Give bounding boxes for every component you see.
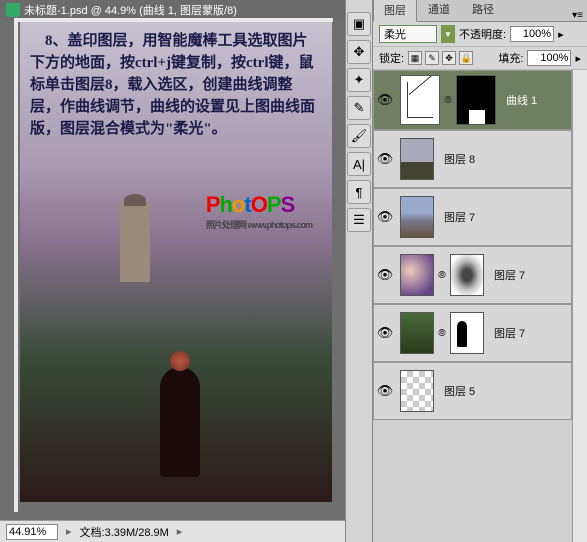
visibility-toggle-icon[interactable]: 👁 xyxy=(374,267,396,283)
canvas-viewport[interactable]: 8、盖印图层，用智能魔棒工具选取图片下方的地面，按ctrl+j键复制，按ctrl… xyxy=(20,22,332,502)
visibility-toggle-icon[interactable]: 👁 xyxy=(374,92,396,108)
lock-transparency-icon[interactable]: ▦ xyxy=(408,51,422,65)
ruler-vertical[interactable] xyxy=(14,18,18,512)
layer-row[interactable]: 👁 图层 8 xyxy=(373,130,572,188)
doc-size-label: 文档:3.39M/28.9M xyxy=(80,524,169,540)
layer-row[interactable]: 👁 图层 7 xyxy=(373,188,572,246)
figure-graphic xyxy=(160,367,200,477)
lock-pixels-icon[interactable]: ✎ xyxy=(425,51,439,65)
layer-name[interactable]: 图层 7 xyxy=(488,267,525,283)
paragraph-icon[interactable]: ¶ xyxy=(347,180,371,204)
lock-label: 锁定: xyxy=(379,50,404,66)
panel-menu-icon[interactable]: ▾≡ xyxy=(568,10,587,21)
opacity-input[interactable] xyxy=(510,26,554,42)
lock-buttons: ▦ ✎ ✥ 🔒 xyxy=(408,51,473,65)
canvas: 8、盖印图层，用智能魔棒工具选取图片下方的地面，按ctrl+j键复制，按ctrl… xyxy=(20,22,332,502)
vertical-toolbar: ▣ ✥ ✦ ✎ 🖌 A| ¶ ☰ xyxy=(345,0,373,542)
fill-label: 填充: xyxy=(498,50,523,66)
layer-thumb[interactable] xyxy=(400,370,434,412)
layer-thumb-curves-icon[interactable] xyxy=(400,75,440,125)
visibility-toggle-icon[interactable]: 👁 xyxy=(374,151,396,167)
brush-tool-icon[interactable]: ✎ xyxy=(347,96,371,120)
arrange-icon[interactable]: ▣ xyxy=(347,12,371,36)
link-icon[interactable]: ⦾ xyxy=(438,328,446,339)
lock-position-icon[interactable]: ✥ xyxy=(442,51,456,65)
layer-name[interactable]: 曲线 1 xyxy=(500,92,537,108)
layer-mask-thumb[interactable] xyxy=(456,75,496,125)
document-window: 未标题-1.psd @ 44.9% (曲线 1, 图层蒙版/8) 8、盖印图层，… xyxy=(0,0,345,542)
status-chevron-icon[interactable]: ▸ xyxy=(66,525,72,538)
status-more-icon[interactable]: ▸ xyxy=(177,525,183,538)
lock-fill-row: 锁定: ▦ ✎ ✥ 🔒 填充: ▸ xyxy=(373,47,587,70)
lock-all-icon[interactable]: 🔒 xyxy=(459,51,473,65)
layers-panel: 图层 通道 路径 ▾≡ 柔光 ▼ 不透明度: ▸ 锁定: ▦ ✎ ✥ 🔒 填充:… xyxy=(373,0,587,542)
layer-name[interactable]: 图层 7 xyxy=(488,325,525,341)
move-tool-icon[interactable]: ✥ xyxy=(347,40,371,64)
document-title: 未标题-1.psd @ 44.9% (曲线 1, 图层蒙版/8) xyxy=(24,2,237,18)
layer-thumb[interactable] xyxy=(400,138,434,180)
link-icon[interactable]: ⦾ xyxy=(444,95,452,106)
type-tool-icon[interactable]: A| xyxy=(347,152,371,176)
wand-tool-icon[interactable]: ✦ xyxy=(347,68,371,92)
layer-mask-thumb[interactable] xyxy=(450,312,484,354)
layer-thumb[interactable] xyxy=(400,312,434,354)
visibility-toggle-icon[interactable]: 👁 xyxy=(374,325,396,341)
layer-name[interactable]: 图层 8 xyxy=(438,151,475,167)
visibility-toggle-icon[interactable]: 👁 xyxy=(374,209,396,225)
status-bar: ▸ 文档:3.39M/28.9M ▸ xyxy=(0,520,345,542)
blend-mode-select[interactable]: 柔光 xyxy=(379,25,437,43)
watermark-subtitle: 照片处理网 www.photops.com xyxy=(206,218,312,231)
layer-mask-thumb[interactable] xyxy=(450,254,484,296)
tab-layers[interactable]: 图层 xyxy=(373,0,417,22)
link-icon[interactable]: ⦾ xyxy=(438,270,446,281)
layer-row[interactable]: 👁 ⦾ 图层 7 xyxy=(373,304,572,362)
layer-thumb[interactable] xyxy=(400,196,434,238)
tab-paths[interactable]: 路径 xyxy=(461,0,505,21)
layer-row[interactable]: 👁 ⦾ 图层 7 xyxy=(373,246,572,304)
layer-name[interactable]: 图层 5 xyxy=(438,383,475,399)
panel-tabstrip: 图层 通道 路径 ▾≡ xyxy=(373,0,587,22)
layer-thumb[interactable] xyxy=(400,254,434,296)
ps-doc-icon xyxy=(6,3,20,17)
fill-input[interactable] xyxy=(527,50,571,66)
more-icon[interactable]: ☰ xyxy=(347,208,371,232)
tutorial-overlay-text: 8、盖印图层，用智能魔棒工具选取图片下方的地面，按ctrl+j键复制，按ctrl… xyxy=(30,30,322,140)
blend-mode-dropdown-icon[interactable]: ▼ xyxy=(441,25,455,43)
watermark-logo: PhotOPS 照片处理网 www.photops.com xyxy=(206,192,312,231)
visibility-toggle-icon[interactable]: 👁 xyxy=(374,383,396,399)
layer-row[interactable]: 👁 图层 5 xyxy=(373,362,572,420)
document-titlebar: 未标题-1.psd @ 44.9% (曲线 1, 图层蒙版/8) xyxy=(0,0,345,20)
tab-channels[interactable]: 通道 xyxy=(417,0,461,21)
fill-flyout-icon[interactable]: ▸ xyxy=(575,52,581,65)
castle-graphic xyxy=(120,202,150,282)
layers-list[interactable]: 👁 ⦾ 曲线 1 👁 图层 8 👁 图 xyxy=(373,70,572,542)
layer-name[interactable]: 图层 7 xyxy=(438,209,475,225)
opacity-label: 不透明度: xyxy=(459,26,506,42)
blend-opacity-row: 柔光 ▼ 不透明度: ▸ xyxy=(373,22,587,47)
opacity-flyout-icon[interactable]: ▸ xyxy=(558,28,564,41)
history-icon[interactable]: 🖌 xyxy=(347,124,371,148)
layer-row-curves1[interactable]: 👁 ⦾ 曲线 1 xyxy=(373,70,572,130)
layers-scrollbar[interactable] xyxy=(572,70,587,542)
zoom-input[interactable] xyxy=(6,524,58,540)
